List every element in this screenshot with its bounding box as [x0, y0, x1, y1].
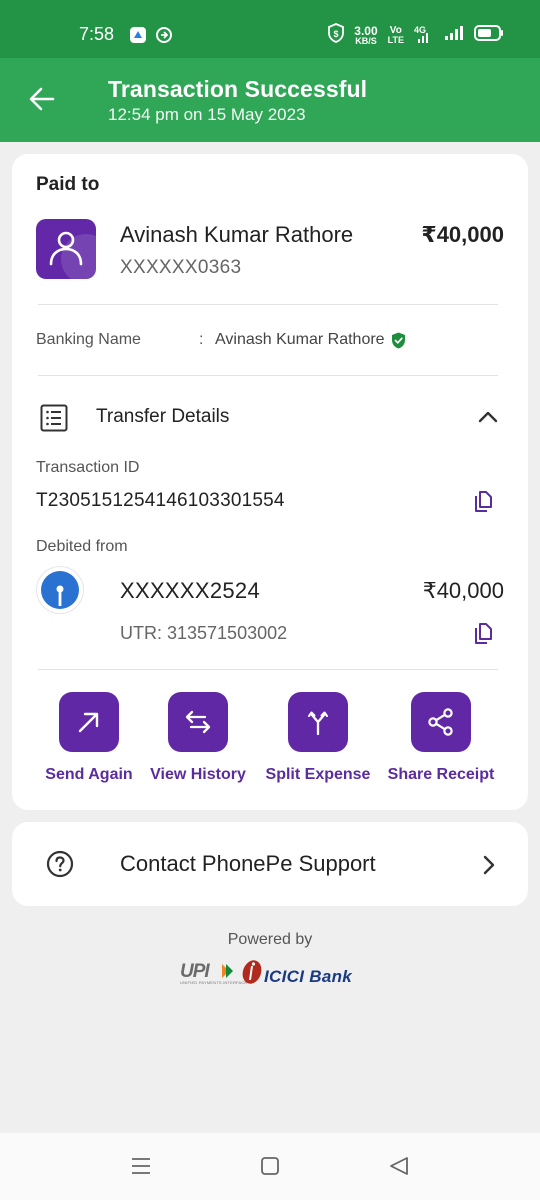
system-nav-bar — [0, 1133, 540, 1200]
upi-arrow-icon — [222, 964, 233, 978]
split-expense-action[interactable]: Split Expense — [258, 692, 378, 784]
divider — [38, 669, 498, 670]
contact-support-button[interactable]: Contact PhonePe Support — [12, 822, 528, 906]
copy-utr-button[interactable] — [472, 622, 494, 646]
page-title: Transaction Successful — [108, 76, 368, 102]
transfer-details-title: Transfer Details — [96, 406, 230, 427]
view-history-action[interactable]: View History — [138, 692, 258, 784]
split-expense-button[interactable] — [288, 692, 348, 752]
debit-amount: ₹40,000 — [422, 578, 504, 603]
menu-icon — [132, 1158, 150, 1174]
chevron-right-icon — [482, 854, 496, 881]
back-button[interactable] — [25, 82, 59, 116]
payee-account: XXXXXX0363 — [120, 257, 242, 278]
send-again-label: Send Again — [45, 766, 133, 783]
powered-by-label: Powered by — [227, 931, 313, 948]
view-history-label: View History — [150, 766, 246, 783]
arrow-up-right-icon — [78, 712, 99, 733]
help-icon — [46, 850, 74, 883]
transaction-id: T2305151254146103301554 — [36, 490, 285, 511]
bank-logo-icon — [41, 571, 79, 609]
split-expense-label: Split Expense — [265, 766, 371, 783]
status-bar: 7:58 $ 3.00 KB/S Vo LTE 4G — [0, 0, 540, 58]
icici-emblem-icon — [242, 960, 262, 984]
payee-avatar — [36, 219, 96, 279]
recent-apps-button[interactable] — [131, 1156, 151, 1181]
view-history-button[interactable] — [168, 692, 228, 752]
copy-icon — [475, 491, 492, 512]
volte-indicator: Vo LTE — [387, 25, 404, 45]
battery-icon — [474, 25, 504, 46]
triangle-back-icon — [390, 1157, 408, 1175]
signal-small-icon — [418, 32, 428, 43]
partner-logos: UPI UNIFIED PAYMENTS INTERFACE ICICI Ban… — [180, 958, 360, 988]
collapse-transfer-details-button[interactable] — [478, 410, 498, 429]
bank-logo — [36, 566, 84, 614]
contact-support-label: Contact PhonePe Support — [120, 851, 376, 876]
paid-amount: ₹40,000 — [421, 222, 504, 247]
square-icon — [261, 1157, 279, 1175]
status-time: 7:58 — [79, 24, 115, 44]
share-receipt-button[interactable] — [411, 692, 471, 752]
banking-colon: : — [199, 331, 204, 348]
banking-name-label: Banking Name — [36, 331, 141, 348]
banking-name-value: Avinash Kumar Rathore — [215, 331, 406, 349]
sync-app-icon — [155, 26, 173, 49]
status-indicators: $ 3.00 KB/S Vo LTE 4G — [328, 23, 504, 48]
app-header: Transaction Successful 12:54 pm on 15 Ma… — [0, 58, 540, 142]
status-notification-icons — [129, 26, 173, 49]
utr-number: UTR: 313571503002 — [120, 623, 288, 643]
divider — [38, 375, 498, 376]
verified-shield-icon — [391, 332, 405, 348]
transaction-id-label: Transaction ID — [36, 459, 140, 476]
chevron-up-icon — [478, 411, 498, 423]
copy-icon — [475, 623, 492, 644]
payee-name: Avinash Kumar Rathore — [120, 222, 354, 247]
send-again-action[interactable]: Send Again — [29, 692, 149, 784]
person-icon — [49, 231, 83, 266]
network-type: 4G — [414, 25, 434, 45]
debit-account: XXXXXX2524 — [120, 578, 260, 603]
share-icon — [428, 708, 453, 736]
transaction-card: Paid to Avinash Kumar Rathore XXXXXX0363… — [12, 154, 528, 810]
list-document-icon — [40, 404, 68, 437]
swap-arrows-icon — [185, 710, 211, 734]
shield-status-icon: $ — [328, 23, 345, 48]
home-button[interactable] — [260, 1156, 280, 1181]
messenger-icon — [129, 26, 147, 49]
send-again-button[interactable] — [59, 692, 119, 752]
split-icon — [308, 711, 328, 736]
share-receipt-label: Share Receipt — [387, 766, 495, 783]
paid-to-label: Paid to — [36, 174, 100, 195]
banking-name-text: Avinash Kumar Rathore — [215, 331, 385, 348]
divider — [38, 304, 498, 305]
debited-from-label: Debited from — [36, 538, 128, 555]
transaction-timestamp: 12:54 pm on 15 May 2023 — [108, 105, 306, 124]
svg-text:$: $ — [334, 29, 339, 39]
nav-back-button[interactable] — [389, 1156, 409, 1181]
signal-icon — [444, 25, 464, 46]
share-receipt-action[interactable]: Share Receipt — [381, 692, 501, 784]
copy-transaction-id-button[interactable] — [472, 490, 494, 514]
network-speed: 3.00 KB/S — [354, 24, 378, 46]
back-arrow-icon — [29, 87, 55, 111]
